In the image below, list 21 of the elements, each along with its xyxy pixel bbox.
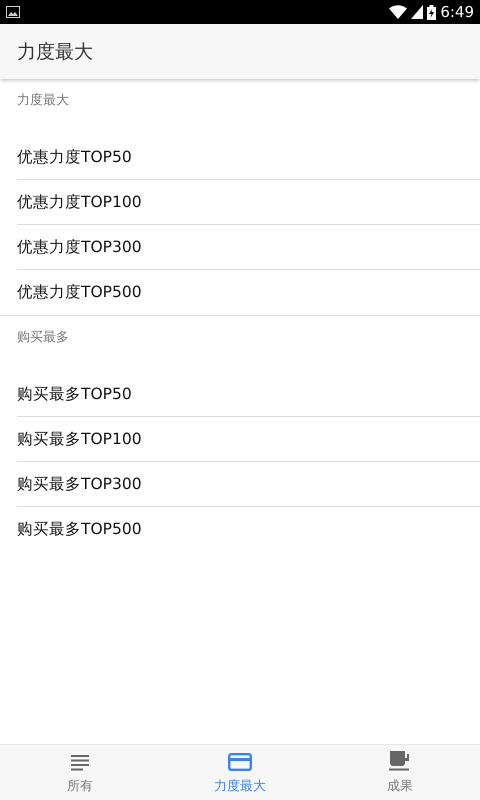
list-item[interactable]: 购买最多TOP300 <box>17 462 480 507</box>
credit-card-icon <box>228 752 252 770</box>
section-header: 购买最多 <box>17 329 69 346</box>
nav-tab[interactable]: 成果 <box>320 745 480 800</box>
coffee-cup-icon <box>389 750 411 770</box>
list-item[interactable]: 购买最多TOP100 <box>17 417 480 462</box>
wifi-icon <box>389 5 408 19</box>
list-item[interactable]: 购买最多TOP500 <box>17 507 480 552</box>
clock-time: 6:49 <box>440 3 474 21</box>
list-item[interactable]: 优惠力度TOP100 <box>17 180 480 225</box>
image-icon <box>6 6 20 18</box>
nav-tab[interactable]: 所有 <box>0 745 160 800</box>
menu-lines-icon <box>71 754 89 770</box>
list-item[interactable]: 购买最多TOP50 <box>17 372 480 417</box>
app-bar-title: 力度最大 <box>17 40 93 64</box>
signal-icon <box>411 5 424 19</box>
list-item[interactable]: 优惠力度TOP300 <box>17 225 480 270</box>
battery-charging-icon <box>427 4 436 20</box>
section-header: 力度最大 <box>17 92 69 109</box>
list-item[interactable]: 优惠力度TOP500 <box>17 270 480 315</box>
list-item[interactable]: 优惠力度TOP50 <box>17 135 480 180</box>
